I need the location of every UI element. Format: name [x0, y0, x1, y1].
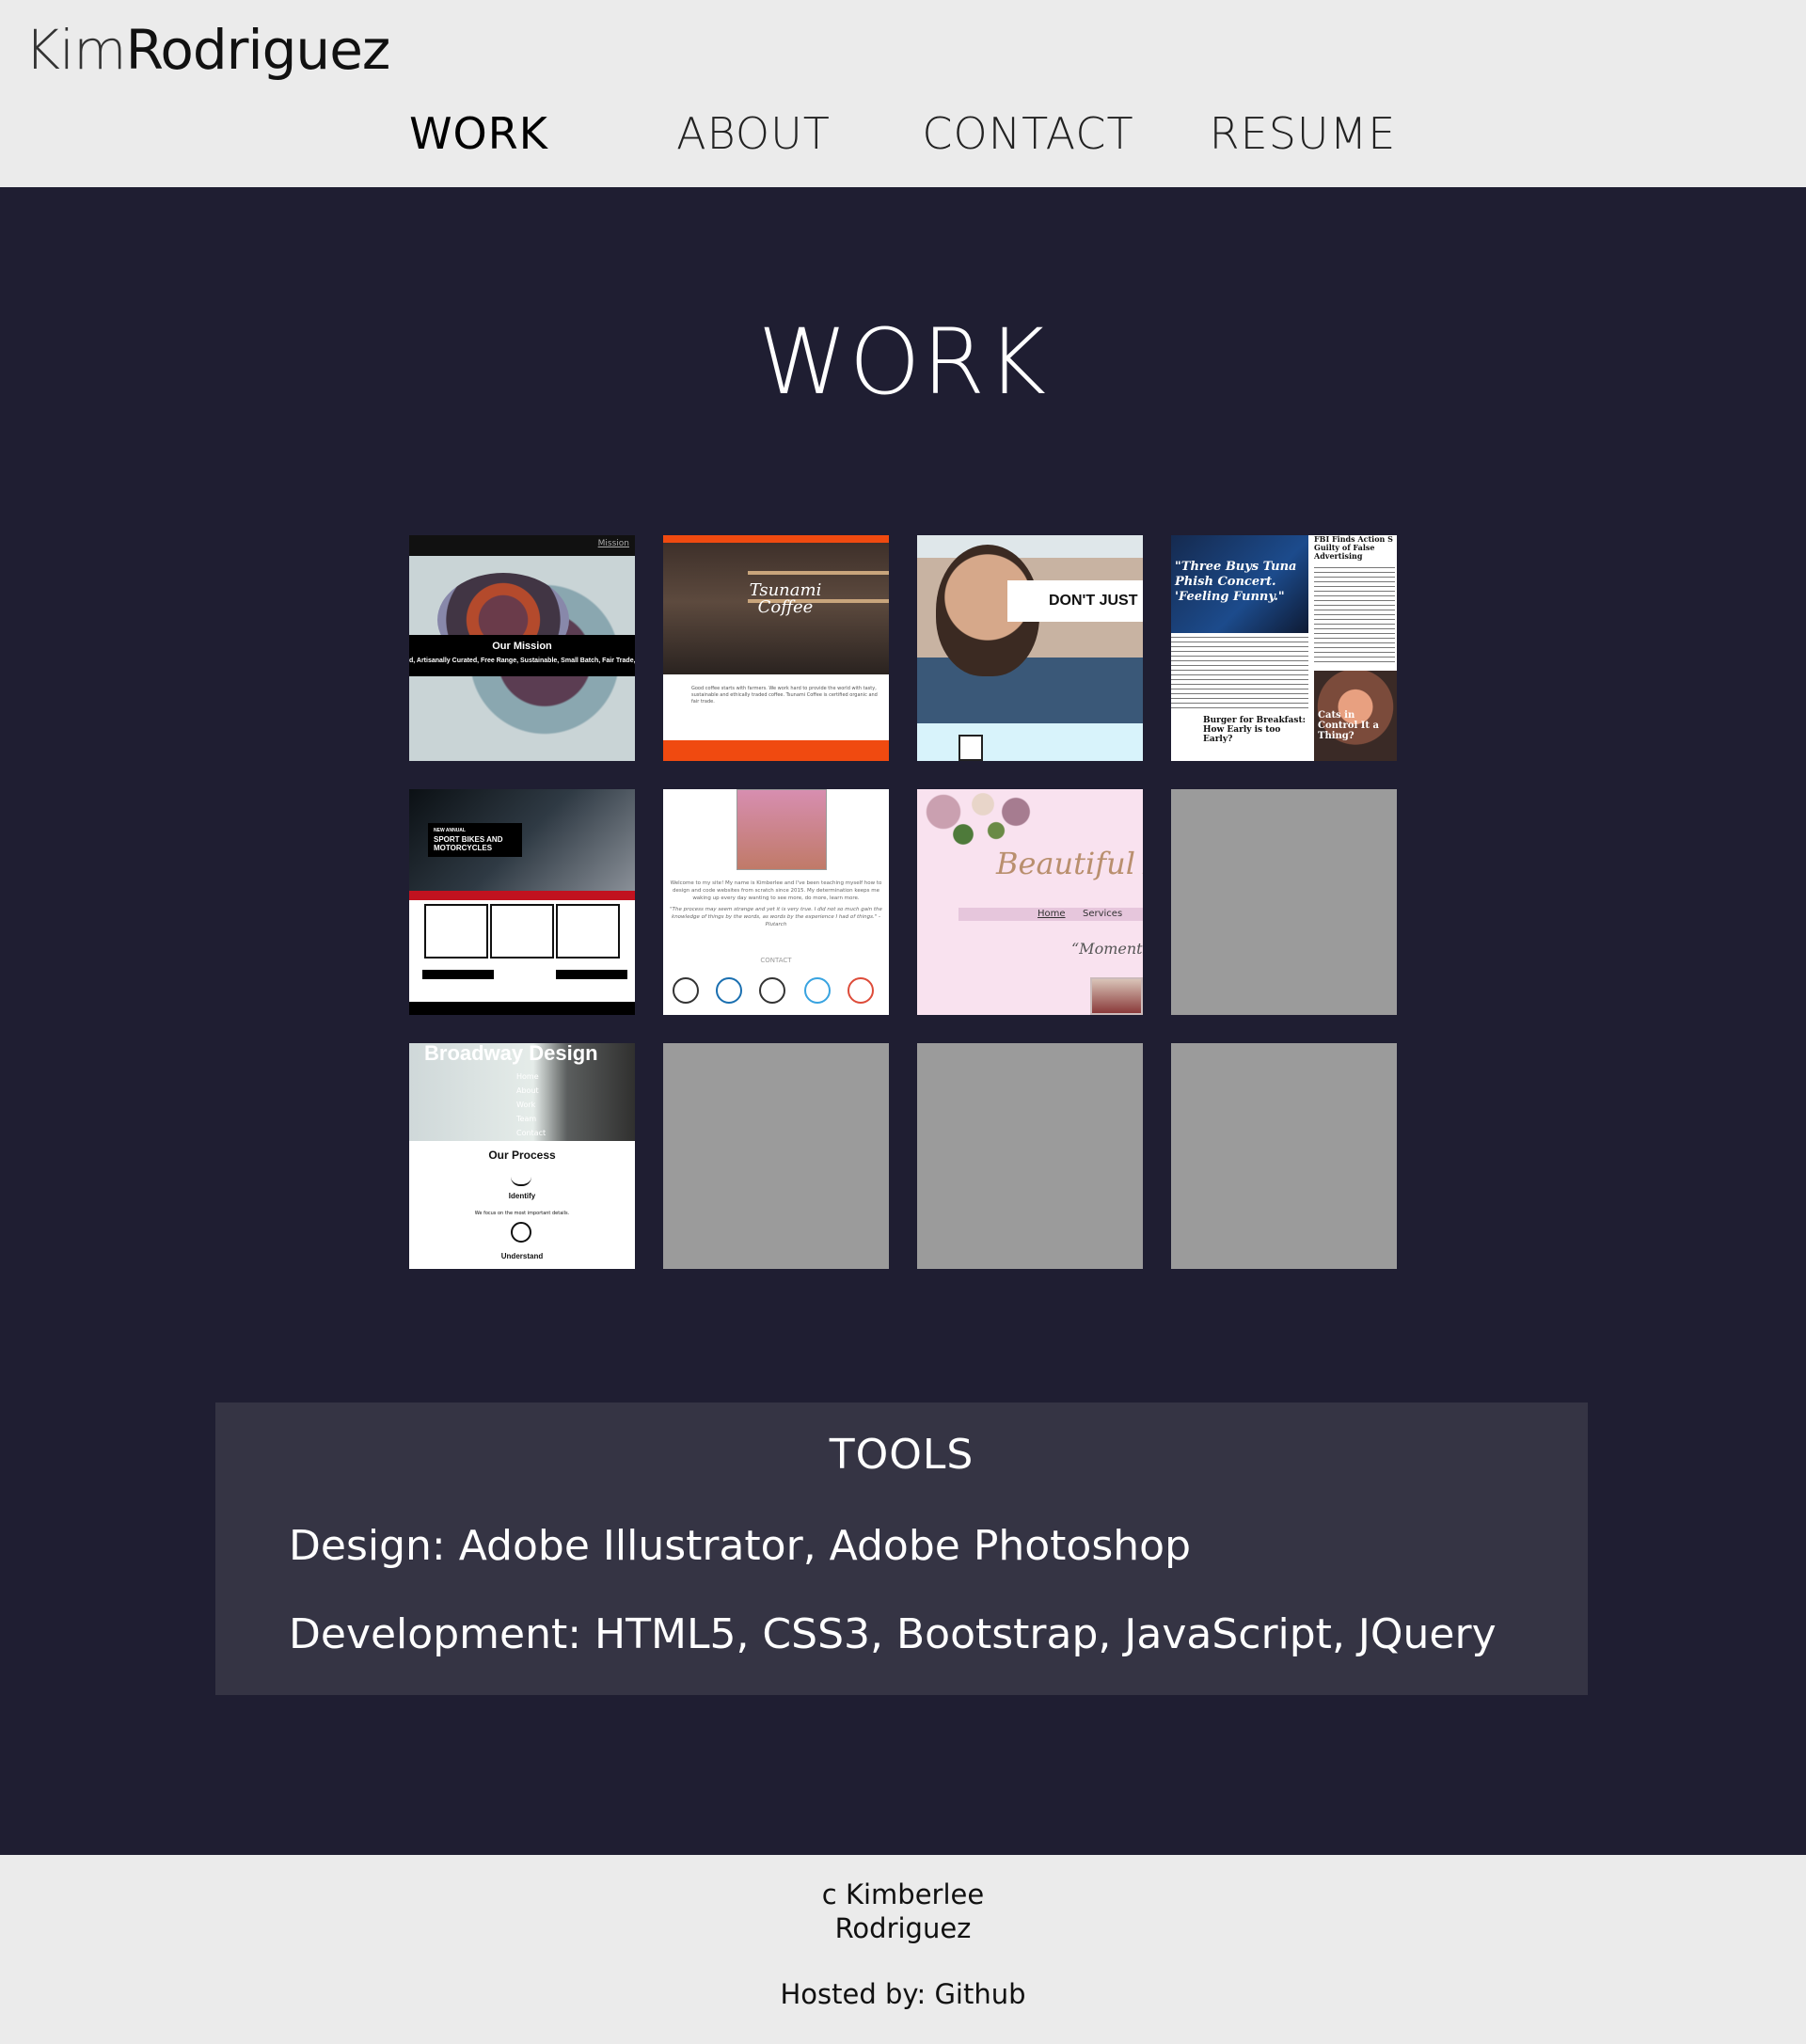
hours-bar	[556, 970, 627, 979]
copyright-line-1: c Kimberlee	[821, 1878, 985, 1910]
nav-resume-link[interactable]: RESUME	[1166, 105, 1439, 162]
profile-quote-text: "The process may seem strange and yet it…	[670, 907, 882, 927]
document-icon	[958, 735, 983, 761]
broadway-menu-item: Home	[516, 1072, 539, 1081]
tools-panel: TOOLS Design: Adobe Illustrator, Adobe P…	[215, 1402, 1588, 1695]
github-icon	[759, 977, 785, 1004]
work-tile-placeholder[interactable]	[663, 1043, 889, 1269]
linkedin-icon	[716, 977, 742, 1004]
watch-product-box	[490, 904, 554, 959]
broadway-title: Broadway Design	[424, 1043, 598, 1065]
text-lines	[1314, 567, 1395, 665]
broadway-menu: Home About Work Team Contact	[516, 1070, 546, 1140]
work-tile-placeholder[interactable]	[1171, 789, 1397, 1015]
bikes-nav-bar	[409, 891, 635, 900]
nav-work-link[interactable]: WORK	[342, 105, 615, 162]
tile-nav-link: Mission	[597, 539, 629, 548]
work-tile-coffee[interactable]: Tsunami Coffee Good coffee starts with f…	[663, 535, 889, 761]
work-tile-mission[interactable]: Mission Our Mission d, Artisanally Curat…	[409, 535, 635, 761]
location-bar	[422, 970, 494, 979]
nav-about-link[interactable]: ABOUT	[617, 105, 890, 162]
site-header: KimRodriguez WORK ABOUT CONTACT RESUME	[0, 0, 1806, 187]
mission-heading: Our Mission	[492, 641, 552, 652]
broadway-menu-item: Team	[516, 1115, 537, 1123]
tools-development-line: Development: HTML5, CSS3, Bootstrap, Jav…	[289, 1610, 1497, 1658]
main-nav: WORK ABOUT CONTACT RESUME	[0, 105, 1806, 162]
mission-tagline: d, Artisanally Curated, Free Range, Sust…	[409, 658, 635, 664]
site-footer: c Kimberlee Rodriguez Hosted by: Github	[0, 1855, 1806, 2044]
profile-contact-label: CONTACT	[760, 957, 792, 964]
newspaper-burger-headline: Burger for Breakfast: How Early is too E…	[1203, 716, 1306, 744]
work-tile-beautiful[interactable]: Beautiful A Home Services “Moments	[917, 789, 1143, 1015]
broadway-menu-item: About	[516, 1086, 539, 1095]
tools-heading: TOOLS	[829, 1431, 974, 1479]
cat-image: Cats in Control It a Thing?	[1314, 671, 1397, 761]
mission-band: Our Mission d, Artisanally Curated, Free…	[409, 635, 635, 676]
phone-icon	[673, 977, 699, 1004]
copyright-line-2: Rodriguez	[834, 1912, 972, 1944]
coffee-body-text: Good coffee starts with farmers. We work…	[691, 686, 878, 705]
cat-caption: Cats in Control It a Thing?	[1318, 710, 1379, 741]
copyright: c Kimberlee Rodriguez	[0, 1878, 1806, 1945]
bikes-label-small: NEW ANNUAL	[434, 828, 466, 833]
work-tile-placeholder[interactable]	[1171, 1043, 1397, 1269]
page-title: WORK	[757, 309, 1049, 415]
logo-first-name: Kim	[24, 18, 127, 82]
broadway-menu-item: Contact	[516, 1129, 547, 1137]
shirt-shape	[917, 658, 1143, 723]
broadway-process-heading: Our Process	[488, 1149, 556, 1162]
portrait-sign: DON'T JUST	[1007, 580, 1143, 622]
beautiful-title: Beautiful A	[996, 846, 1143, 881]
shelf	[748, 571, 889, 575]
twitter-icon	[804, 977, 831, 1004]
profile-intro: Welcome to my site! My name is Kimberlee…	[669, 879, 883, 928]
work-tile-profile[interactable]: Welcome to my site! My name is Kimberlee…	[663, 789, 889, 1015]
github-link[interactable]: Github	[934, 1978, 1025, 2010]
work-tile-placeholder[interactable]	[917, 1043, 1143, 1269]
hosted-by-label: Hosted by:	[780, 1978, 927, 2010]
coffee-topbar	[663, 535, 889, 543]
hosted-by: Hosted by: Github	[0, 1977, 1806, 2011]
newspaper-side-headline: FBI Finds Action S Guilty of False Adver…	[1314, 535, 1393, 561]
broadway-focus-text: We focus on the most important details.	[474, 1211, 570, 1216]
work-tile-broadway[interactable]: Broadway Design Home About Work Team Con…	[409, 1043, 635, 1269]
work-grid: Mission Our Mission d, Artisanally Curat…	[409, 535, 1397, 1269]
shop-image	[1090, 977, 1143, 1015]
beautiful-nav: Home Services	[958, 908, 1143, 921]
coffee-bottombar	[663, 740, 889, 761]
google-plus-icon	[848, 977, 874, 1004]
tile-topbar: Mission	[409, 535, 635, 556]
site-logo[interactable]: KimRodriguez	[24, 13, 391, 87]
nav-contact-link[interactable]: CONTACT	[892, 105, 1164, 162]
work-tile-portrait[interactable]: DON'T JUST	[917, 535, 1143, 761]
broadway-identify: Identify	[508, 1192, 536, 1200]
pen-product-box	[424, 904, 488, 959]
beautiful-nav-home: Home	[1038, 909, 1066, 919]
arrow-icon	[511, 1169, 531, 1186]
profile-intro-text: Welcome to my site! My name is Kimberlee…	[670, 880, 882, 901]
beautiful-quote: “Moments	[1071, 940, 1143, 958]
tools-design-line: Design: Adobe Illustrator, Adobe Photosh…	[289, 1522, 1191, 1570]
broadway-menu-item: Work	[516, 1101, 536, 1109]
newspaper-headline: "Three Buys Tuna Phish Concert. 'Feeling…	[1175, 560, 1297, 604]
glasses-product-box	[556, 904, 620, 959]
bikes-footer	[409, 1002, 635, 1015]
broadway-understand: Understand	[500, 1252, 544, 1260]
bikes-label-main: SPORT BIKES AND MOTORCYCLES	[434, 835, 503, 852]
work-tile-newspaper[interactable]: "Three Buys Tuna Phish Concert. 'Feeling…	[1171, 535, 1397, 761]
beautiful-nav-services: Services	[1083, 909, 1123, 919]
coffee-logo: Tsunami Coffee	[749, 580, 822, 617]
work-tile-bikes[interactable]: NEW ANNUAL SPORT BIKES AND MOTORCYCLES	[409, 789, 635, 1015]
profile-photo	[737, 789, 827, 870]
text-lines	[1171, 637, 1308, 712]
logo-last-name: Rodriguez	[125, 18, 391, 82]
refresh-icon	[511, 1222, 531, 1243]
bikes-label: NEW ANNUAL SPORT BIKES AND MOTORCYCLES	[428, 823, 522, 857]
